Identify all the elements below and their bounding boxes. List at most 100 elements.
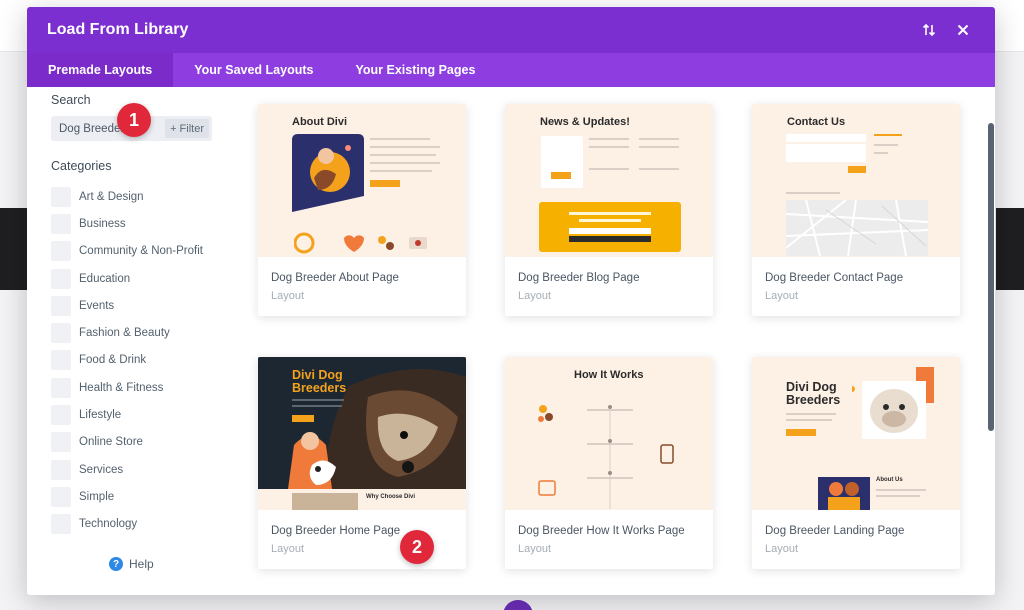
- layout-card-how-it-works[interactable]: How It Works Dog Breeder How It Works Pa…: [505, 357, 713, 569]
- layout-card-landing[interactable]: Divi Dog Breeders About Us Dog Breeder L…: [752, 357, 960, 569]
- category-label: Art & Design: [79, 190, 144, 203]
- text-line: [786, 192, 840, 194]
- layout-type: Layout: [518, 543, 552, 555]
- thumbnail-heading: Divi Dog Breeders: [786, 380, 841, 407]
- layout-type: Layout: [271, 290, 305, 302]
- annotation-badge-2: 2: [400, 530, 434, 564]
- layout-card-contact[interactable]: Contact Us Dog Breeder Contact Page Layo…: [752, 104, 960, 316]
- layout-card-about[interactable]: About Divi Dog Breeder About Page Layout: [258, 104, 466, 316]
- category-checkbox[interactable]: [51, 432, 71, 453]
- blog-post-card: [541, 136, 583, 188]
- category-label: Business: [79, 217, 126, 230]
- layout-card-home[interactable]: Divi Dog Breeders Why Choose Divi Dog Br…: [258, 357, 466, 569]
- layout-thumbnail: Divi Dog Breeders About Us: [752, 357, 960, 510]
- category-item[interactable]: Health & Fitness: [51, 374, 203, 401]
- background-dark-section: [996, 208, 1024, 290]
- dog-photo-icon: [258, 357, 466, 510]
- layout-title: Dog Breeder About Page: [271, 272, 399, 284]
- category-checkbox[interactable]: [51, 323, 71, 344]
- tab-premade-layouts[interactable]: Premade Layouts: [27, 53, 174, 87]
- category-label: Health & Fitness: [79, 381, 164, 394]
- category-checkbox[interactable]: [51, 213, 71, 234]
- category-item[interactable]: Simple: [51, 483, 203, 510]
- category-item[interactable]: Community & Non-Profit: [51, 238, 203, 265]
- help-link[interactable]: ? Help: [109, 557, 154, 571]
- text-line: [292, 399, 344, 401]
- category-item[interactable]: Technology: [51, 511, 203, 538]
- layout-thumbnail: How It Works: [505, 357, 713, 510]
- form-field: [786, 144, 866, 162]
- layout-title: Dog Breeder Home Page: [271, 525, 401, 537]
- thumbnail-cta: [786, 429, 816, 436]
- category-checkbox[interactable]: [51, 241, 71, 262]
- category-label: Food & Drink: [79, 354, 147, 367]
- form-field: [786, 134, 866, 142]
- category-item[interactable]: Food & Drink: [51, 347, 203, 374]
- layout-type: Layout: [518, 290, 552, 302]
- modal-tabs: Premade Layouts Your Saved Layouts Your …: [27, 53, 995, 87]
- category-item[interactable]: Business: [51, 210, 203, 237]
- category-label: Technology: [79, 518, 138, 531]
- text-line: [370, 170, 432, 172]
- text-line: [370, 146, 440, 148]
- tab-your-existing-pages[interactable]: Your Existing Pages: [334, 53, 496, 87]
- layout-type: Layout: [271, 543, 305, 555]
- layout-title: Dog Breeder Contact Page: [765, 272, 904, 284]
- text-line: [786, 413, 836, 415]
- category-item[interactable]: Education: [51, 265, 203, 292]
- owners-illustration-icon: [818, 477, 870, 510]
- sidebar: Search Dog Breeder + Filter Categories A…: [27, 87, 227, 595]
- thumbnail-cta: [370, 180, 400, 187]
- category-checkbox[interactable]: [51, 486, 71, 507]
- thumbnail-heading: Contact Us: [787, 116, 846, 128]
- category-item[interactable]: Events: [51, 292, 203, 319]
- layout-type: Layout: [765, 543, 799, 555]
- category-item[interactable]: Services: [51, 456, 203, 483]
- help-label: Help: [129, 557, 154, 571]
- category-checkbox[interactable]: [51, 268, 71, 289]
- text-line: [876, 495, 920, 497]
- help-icon: ?: [109, 557, 123, 571]
- text-line: [589, 146, 629, 148]
- text-line: [370, 154, 436, 156]
- category-checkbox[interactable]: [51, 186, 71, 207]
- category-checkbox[interactable]: [51, 295, 71, 316]
- category-item[interactable]: Online Store: [51, 429, 203, 456]
- close-icon[interactable]: [951, 18, 975, 42]
- layout-thumbnail: About Divi: [258, 104, 466, 257]
- thumbnail-subheading: About Us: [876, 477, 903, 483]
- category-label: Simple: [79, 490, 115, 503]
- category-checkbox[interactable]: [51, 350, 71, 371]
- categories-label: Categories: [51, 159, 112, 173]
- sort-icon[interactable]: [917, 18, 941, 42]
- text-line: [874, 144, 898, 146]
- category-item[interactable]: Art & Design: [51, 183, 203, 210]
- dog-illustration-icon: [292, 134, 364, 212]
- text-line: [639, 146, 679, 148]
- layout-title: Dog Breeder Blog Page: [518, 272, 640, 284]
- filter-button[interactable]: + Filter: [165, 119, 209, 138]
- scrollbar[interactable]: [988, 123, 994, 431]
- category-item[interactable]: Lifestyle: [51, 401, 203, 428]
- layout-type: Layout: [765, 290, 799, 302]
- bulldog-photo-icon: [852, 367, 934, 439]
- category-checkbox[interactable]: [51, 514, 71, 535]
- tab-your-saved-layouts[interactable]: Your Saved Layouts: [173, 53, 334, 87]
- text-line: [876, 489, 926, 491]
- text-line: [370, 162, 440, 164]
- category-checkbox[interactable]: [51, 377, 71, 398]
- layout-thumbnail: Divi Dog Breeders Why Choose Divi: [258, 357, 466, 510]
- category-checkbox[interactable]: [51, 405, 71, 426]
- thumbnail-cta: [551, 172, 571, 179]
- text-line: [569, 212, 651, 215]
- category-label: Education: [79, 272, 131, 285]
- category-checkbox[interactable]: [51, 459, 71, 480]
- search-label: Search: [51, 93, 91, 107]
- layout-card-blog[interactable]: News & Updates! Dog Breeder Blog Page La…: [505, 104, 713, 316]
- feature-icons: [294, 232, 427, 254]
- category-item[interactable]: Fashion & Beauty: [51, 319, 203, 346]
- text-line: [786, 419, 832, 421]
- layout-title: Dog Breeder Landing Page: [765, 525, 905, 537]
- text-line: [639, 138, 679, 140]
- category-label: Events: [79, 299, 115, 312]
